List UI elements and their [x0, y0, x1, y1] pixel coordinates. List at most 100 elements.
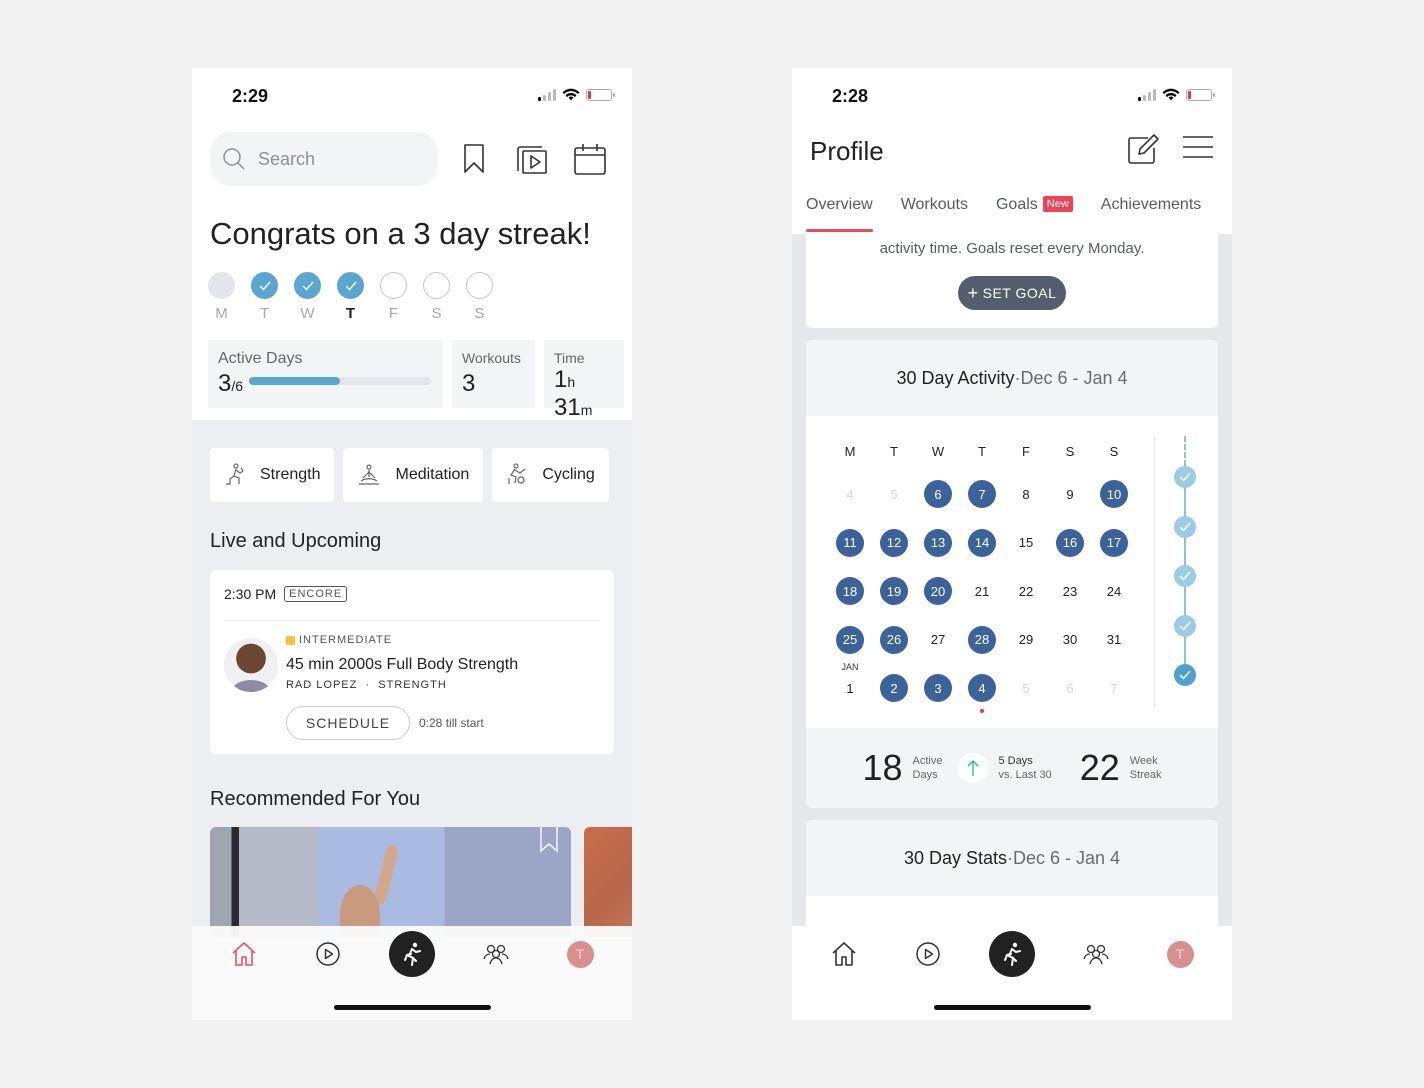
week-day: M	[208, 272, 235, 322]
weekday-header: S	[1065, 443, 1075, 459]
tab-community[interactable]	[1072, 943, 1120, 965]
calendar-day[interactable]: 4	[828, 470, 872, 519]
menu-button[interactable]	[1182, 134, 1214, 169]
streak-heading: Congrats on a 3 day streak!	[210, 216, 591, 251]
calendar-day[interactable]: JAN 1	[828, 662, 872, 713]
calendar-day-active[interactable]: 18	[828, 567, 872, 616]
active-days-count: 18	[862, 747, 903, 788]
profile-tabs: Overview Workouts Goals New Achievements	[806, 196, 1202, 232]
classes-button[interactable]	[516, 142, 548, 176]
goal-description: activity time. Goals reset every Monday.	[879, 240, 1145, 257]
recommended-class-card[interactable]	[584, 827, 632, 937]
tab-overview[interactable]: Overview	[806, 196, 873, 232]
calendar-day[interactable]: 23	[1048, 567, 1092, 616]
tab-home[interactable]	[220, 941, 268, 967]
calendar-day[interactable]: 21	[960, 567, 1004, 616]
calendar-day[interactable]: 15	[1004, 519, 1048, 568]
schedule-button[interactable]: SCHEDULE	[286, 706, 410, 740]
active-days-stat: Active Days 3/6	[208, 340, 443, 408]
live-class-card[interactable]: 2:30 PM ENCORE INTERMEDIATE 45 min 2000s…	[210, 570, 614, 754]
calendar-day[interactable]: 30	[1048, 616, 1092, 665]
weekday-header: T	[978, 443, 986, 459]
time-label: Time	[554, 350, 585, 366]
tab-profile[interactable]: T	[556, 940, 604, 968]
calendar-day-active[interactable]: 28	[960, 616, 1004, 665]
tab-activity[interactable]	[388, 931, 436, 977]
calendar-day-active[interactable]: 7	[960, 470, 1004, 519]
tab-workouts[interactable]: Workouts	[901, 196, 968, 228]
cycling-icon	[508, 463, 526, 484]
active-days-total: /6	[231, 378, 244, 394]
bookmarks-button[interactable]	[458, 142, 490, 176]
calendar-day-active[interactable]: 3	[916, 664, 960, 713]
activity-summary: 18 Active Days 5 Days vs. Last 30 22 Week S…	[806, 728, 1218, 808]
calendar-day-active[interactable]: 17	[1092, 519, 1136, 568]
active-days-label: Active Days	[218, 350, 303, 367]
tab-community[interactable]	[472, 943, 520, 965]
calendar-day[interactable]: 24	[1092, 567, 1136, 616]
search-icon	[223, 148, 245, 170]
avatar: T	[1166, 940, 1194, 968]
search-input[interactable]: Search	[210, 132, 438, 186]
goal-card: activity time. Goals reset every Monday.…	[806, 234, 1218, 328]
bookmark-icon[interactable]	[539, 827, 559, 853]
recommended-title: Recommended For You	[210, 788, 421, 810]
calendar-day-active[interactable]: 12	[872, 519, 916, 568]
countdown-text: 0:28 till start	[419, 716, 484, 730]
tab-activity[interactable]	[988, 931, 1036, 977]
edit-icon	[1128, 134, 1159, 164]
play-circle-icon	[916, 942, 940, 966]
calendar-day-active[interactable]: 20	[916, 567, 960, 616]
calendar-day-active[interactable]: 2	[872, 664, 916, 713]
calendar-day[interactable]: 7	[1092, 664, 1136, 713]
calendar-day-active[interactable]: 26	[872, 616, 916, 665]
set-goal-button[interactable]: + SET GOAL	[958, 276, 1066, 310]
edit-profile-button[interactable]	[1128, 134, 1160, 169]
activity-header: 30 Day Activity · Dec 6 - Jan 4	[806, 340, 1218, 416]
calendar-day[interactable]: 29	[1004, 616, 1048, 665]
calendar-day[interactable]: 27	[916, 616, 960, 665]
calendar-day[interactable]: 9	[1048, 470, 1092, 519]
week-day-label: S	[431, 305, 442, 322]
calendar-day-active[interactable]: 13	[916, 519, 960, 568]
week-day: T	[251, 272, 278, 322]
calendar-day[interactable]: 6	[1048, 664, 1092, 713]
calendar-day-active[interactable]: 4	[960, 664, 1004, 713]
home-screen: 2:29 Search Congrats on a 3 day streak! …	[192, 68, 632, 1020]
calendar-day-active[interactable]: 19	[872, 567, 916, 616]
calendar-day[interactable]: 5	[872, 470, 916, 519]
category-meditation[interactable]: Meditation	[343, 448, 484, 502]
calendar-day-active[interactable]: 10	[1092, 470, 1136, 519]
home-icon	[832, 942, 856, 966]
activity-card: 30 Day Activity · Dec 6 - Jan 4 M T W T F S S 4…	[806, 340, 1218, 808]
category-cycling[interactable]: Cycling	[492, 448, 609, 502]
calendar-day-active[interactable]: 16	[1048, 519, 1092, 568]
calendar-day[interactable]: 5	[1004, 664, 1048, 713]
active-days-progress	[249, 376, 432, 385]
tab-profile[interactable]: T	[1156, 940, 1204, 968]
calendar-day-active[interactable]: 11	[828, 519, 872, 568]
status-time: 2:29	[232, 86, 269, 106]
time-value: 1h 31m	[554, 366, 593, 421]
tab-home[interactable]	[820, 941, 868, 967]
category-strength[interactable]: Strength	[210, 448, 335, 502]
tab-goals[interactable]: Goals New	[996, 196, 1073, 228]
calendar-button[interactable]	[574, 142, 606, 176]
runner-icon	[404, 942, 421, 966]
calendar-day[interactable]: 8	[1004, 470, 1048, 519]
tab-achievements[interactable]: Achievements	[1101, 196, 1202, 228]
recommended-class-card[interactable]	[210, 827, 571, 937]
tab-classes[interactable]	[904, 942, 952, 966]
time-stat: Time 1h 31m	[544, 340, 624, 421]
calendar-day-active[interactable]: 25	[828, 616, 872, 665]
week-day-label: T	[259, 305, 270, 322]
day-complete-icon	[294, 272, 321, 299]
calendar-day[interactable]: 22	[1004, 567, 1048, 616]
tab-classes[interactable]	[304, 942, 352, 966]
wifi-icon	[1162, 88, 1180, 101]
calendar-day-active[interactable]: 14	[960, 519, 1004, 568]
calendar-day[interactable]: 31	[1092, 616, 1136, 665]
avatar: T	[566, 940, 594, 968]
calendar-day-active[interactable]: 6	[916, 470, 960, 519]
weekday-header: F	[1022, 443, 1030, 459]
